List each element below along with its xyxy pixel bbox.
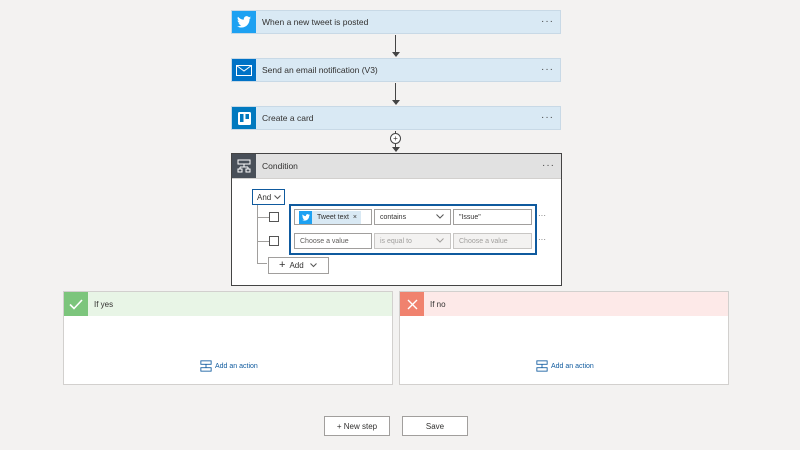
more-options-button[interactable]: ··· [542,161,555,171]
checkmark-icon [64,292,88,316]
branch-header[interactable]: If no [400,292,728,316]
chevron-down-icon [274,194,282,199]
add-action-label: Add an action [215,362,258,370]
arrow-down-icon [392,100,400,105]
condition-icon [232,154,256,178]
remove-token-icon[interactable]: × [353,214,357,221]
add-action-icon [200,360,212,372]
branch-if-yes: If yes Add an action [63,291,393,385]
tree-line [257,263,267,264]
chevron-down-icon [436,238,444,243]
close-icon [400,292,424,316]
operator-value: is equal to [380,237,412,245]
step-card-tweet-trigger[interactable]: When a new tweet is posted ··· [231,10,561,34]
add-condition-button[interactable]: + Add [268,257,329,274]
right-value-placeholder: Choose a value [459,237,508,245]
step-card-send-email[interactable]: Send an email notification (V3) ··· [231,58,561,82]
add-action-button[interactable]: Add an action [536,360,594,372]
dynamic-content-token[interactable]: Tweet text × [299,211,361,224]
tree-line [257,205,258,263]
branch-title: If no [430,299,446,309]
operator-dropdown[interactable]: is equal to [374,233,451,249]
row-checkbox[interactable] [269,212,279,222]
more-options-button[interactable]: ··· [541,113,554,123]
branch-title: If yes [94,299,114,309]
operator-dropdown[interactable]: contains [374,209,451,225]
connector-line [395,35,396,52]
new-step-button[interactable]: + New step [324,416,390,436]
arrow-down-icon [392,52,400,57]
chevron-down-icon [436,214,444,219]
more-options-button[interactable]: ··· [541,65,554,75]
step-title: Send an email notification (V3) [262,65,378,75]
add-action-label: Add an action [551,362,594,370]
add-action-icon [536,360,548,372]
plus-icon: + [279,259,286,271]
step-title: When a new tweet is posted [262,17,369,27]
step-card-create-card[interactable]: Create a card ··· [231,106,561,130]
row-more-options-button[interactable]: ··· [538,235,546,244]
step-title: Create a card [262,113,314,123]
row-checkbox[interactable] [269,236,279,246]
left-value-placeholder: Choose a value [300,237,349,245]
more-options-button[interactable]: ··· [541,17,554,27]
condition-header[interactable]: Condition ··· [232,154,561,179]
tree-line [257,241,269,242]
connector-line [395,83,396,100]
row-more-options-button[interactable]: ··· [538,211,546,220]
right-value-field[interactable]: Choose a value [453,233,532,249]
add-action-button[interactable]: Add an action [200,360,258,372]
group-operator-dropdown[interactable]: And [252,189,285,205]
arrow-down-icon [392,147,400,152]
branch-header[interactable]: If yes [64,292,392,316]
twitter-icon [299,211,312,224]
condition-title: Condition [262,161,298,171]
tree-line [257,217,269,218]
insert-step-plus-icon[interactable]: + [390,133,401,144]
branch-if-no: If no Add an action [399,291,729,385]
mail-icon [232,59,256,81]
right-value-text: "Issue" [459,213,481,221]
token-label: Tweet text [317,214,349,221]
left-value-field[interactable]: Choose a value [294,233,372,249]
twitter-icon [232,11,256,33]
chevron-down-icon [309,263,317,268]
add-label: Add [289,261,304,270]
trello-icon [232,107,256,129]
operator-value: contains [380,213,407,221]
group-operator-value: And [257,192,272,202]
save-button[interactable]: Save [402,416,468,436]
right-value-field[interactable]: "Issue" [453,209,532,225]
